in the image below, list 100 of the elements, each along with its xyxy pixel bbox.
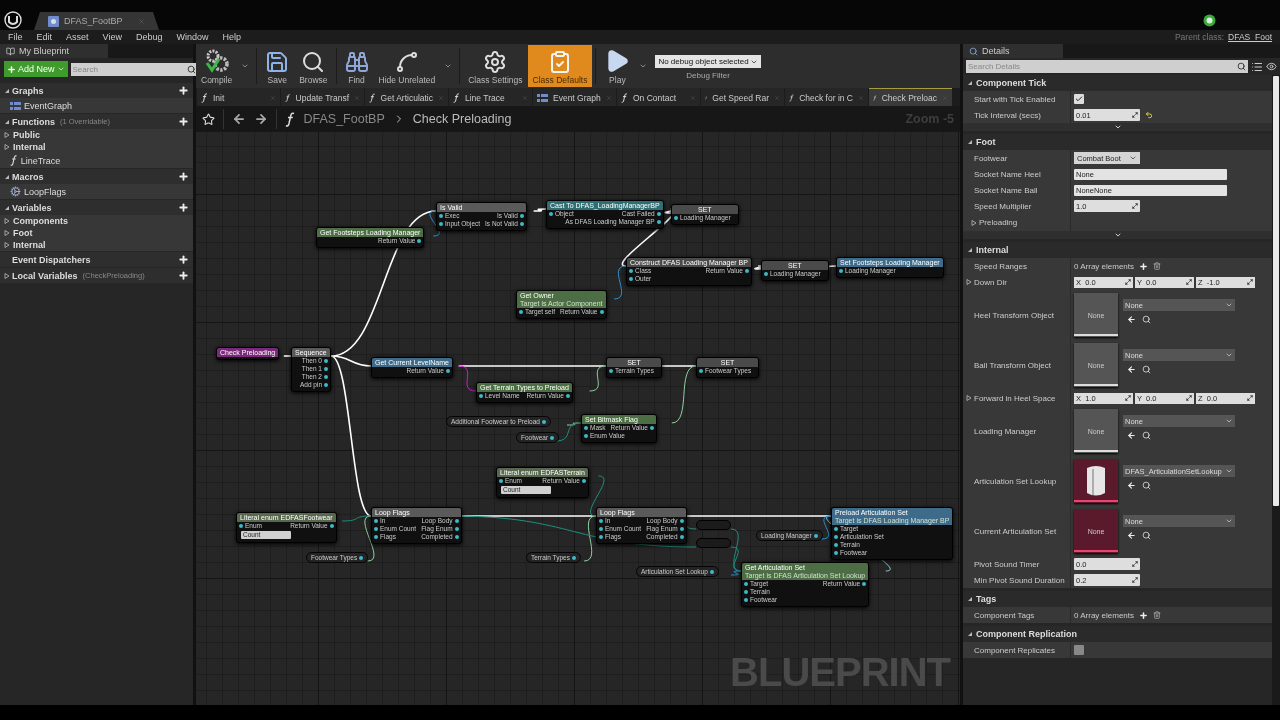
tree-item[interactable]: Internal <box>0 141 193 153</box>
use-selected-arrow-icon[interactable] <box>1127 531 1136 540</box>
parent-class-link[interactable]: DFAS_Foot <box>1228 32 1272 42</box>
menu-item[interactable]: Window <box>176 32 209 42</box>
category-header[interactable]: Component Tick <box>963 75 1272 91</box>
add-icon[interactable] <box>178 171 189 182</box>
category-header[interactable]: Component Replication <box>963 626 1272 642</box>
window-tab[interactable]: DFAS_FootBP <box>34 12 159 30</box>
operator-node[interactable] <box>696 538 731 548</box>
menu-item[interactable]: Help <box>222 32 241 42</box>
collapsed-triangle-icon[interactable] <box>971 219 977 226</box>
menu-item[interactable]: Asset <box>66 32 89 42</box>
expanded-triangle-icon[interactable] <box>967 80 973 86</box>
menu-item[interactable]: Edit <box>36 32 53 42</box>
browse-icon[interactable] <box>1142 481 1151 490</box>
add-icon[interactable] <box>178 85 189 96</box>
checkbox[interactable] <box>1074 645 1084 655</box>
expanded-triangle-icon[interactable] <box>4 118 10 125</box>
use-selected-arrow-icon[interactable] <box>1127 315 1136 324</box>
browse-icon[interactable] <box>1142 365 1151 374</box>
status-indicator-icon[interactable] <box>1203 14 1216 27</box>
star-icon[interactable] <box>202 112 215 126</box>
panel-tab[interactable]: Details <box>963 44 1063 58</box>
graph-tab[interactable]: Get Articulatic <box>365 88 448 106</box>
tree-item[interactable]: Components <box>0 215 193 227</box>
graph-tab[interactable]: Init <box>197 88 280 106</box>
expanded-triangle-icon[interactable] <box>4 204 10 211</box>
graph-tab[interactable]: Update Transf <box>281 88 364 106</box>
use-selected-arrow-icon[interactable] <box>1127 365 1136 374</box>
toolbar-button[interactable]: Play <box>599 45 636 87</box>
browse-icon[interactable] <box>1142 531 1151 540</box>
checkbox[interactable] <box>1074 94 1084 104</box>
caret-icon[interactable] <box>241 62 250 70</box>
expanded-triangle-icon[interactable] <box>967 596 973 602</box>
toolbar-button[interactable]: Hide Unrelated <box>373 45 441 87</box>
tree-item[interactable]: Foot <box>0 227 193 239</box>
operator-node[interactable] <box>696 520 731 530</box>
add-new-button[interactable]: Add New <box>4 61 68 77</box>
graph-tab[interactable]: Get Speed Rar <box>701 88 784 106</box>
section-header[interactable]: Macros <box>0 169 193 184</box>
tree-item[interactable]: LineTrace <box>0 153 193 168</box>
reset-icon[interactable] <box>1145 111 1153 119</box>
expanded-triangle-icon[interactable] <box>4 173 10 180</box>
add-icon[interactable] <box>178 116 189 127</box>
section-header[interactable]: Variables <box>0 200 193 215</box>
search-button[interactable] <box>1235 60 1248 73</box>
add-icon[interactable] <box>1139 261 1149 271</box>
menu-item[interactable]: File <box>8 32 23 42</box>
asset-thumbnail[interactable] <box>1074 459 1118 503</box>
expanded-triangle-icon[interactable] <box>967 139 973 145</box>
view-options-icon[interactable] <box>1251 60 1263 73</box>
caret-icon[interactable] <box>639 62 648 70</box>
menu-item[interactable]: Debug <box>135 32 163 42</box>
toolbar-button[interactable]: Browse <box>294 45 333 87</box>
tree-item[interactable]: LoopFlags <box>0 184 193 199</box>
expanded-triangle-icon[interactable] <box>4 87 10 94</box>
browse-icon[interactable] <box>1142 315 1151 324</box>
category-header[interactable]: Internal <box>963 242 1272 258</box>
toolbar-button[interactable]: Find <box>339 45 374 87</box>
graph-tab[interactable]: Check Preloac <box>869 88 952 106</box>
collapsed-triangle-icon[interactable] <box>966 279 972 285</box>
subcategory-label[interactable]: Preloading <box>979 218 1018 227</box>
toolbar-button[interactable]: Class Settings <box>463 45 528 87</box>
graph-tab[interactable]: Event Graph <box>533 88 616 106</box>
eye-icon[interactable] <box>1266 61 1277 72</box>
collapsed-triangle-icon[interactable] <box>966 395 972 401</box>
advanced-toggle[interactable] <box>963 231 1272 239</box>
trash-icon[interactable] <box>1153 262 1162 270</box>
category-header[interactable]: Foot <box>963 134 1272 150</box>
toolbar-button[interactable]: Compile <box>196 45 238 87</box>
scrollbar-thumb[interactable] <box>1273 76 1279 506</box>
menu-item[interactable]: View <box>102 32 122 42</box>
graph-tab[interactable]: On Contact <box>617 88 700 106</box>
add-icon[interactable] <box>178 202 189 213</box>
expanded-triangle-icon[interactable] <box>967 247 973 253</box>
back-arrow-icon[interactable] <box>232 112 246 126</box>
caret-icon[interactable] <box>444 62 453 70</box>
graph-canvas[interactable] <box>196 132 960 705</box>
browse-icon[interactable] <box>1142 431 1151 440</box>
expanded-triangle-icon[interactable] <box>967 631 973 637</box>
section-header[interactable]: Graphs <box>0 83 193 98</box>
section-header[interactable]: Event Dispatchers <box>0 252 193 267</box>
add-icon[interactable] <box>1139 610 1149 620</box>
tree-item[interactable]: Public <box>0 129 193 141</box>
use-selected-arrow-icon[interactable] <box>1127 481 1136 490</box>
toolbar-button[interactable]: Save <box>260 45 295 87</box>
tree-item[interactable]: EventGraph <box>0 98 193 113</box>
advanced-toggle[interactable] <box>963 123 1272 131</box>
breadcrumb-link[interactable]: DFAS_FootBP <box>303 112 385 126</box>
panel-tab[interactable]: My Blueprint <box>0 44 108 58</box>
add-icon[interactable] <box>178 270 189 281</box>
scrollbar[interactable] <box>1272 75 1280 705</box>
use-selected-arrow-icon[interactable] <box>1127 431 1136 440</box>
debug-object-dropdown[interactable]: No debug object selected <box>655 55 761 68</box>
collapsed-triangle-icon[interactable] <box>4 272 10 279</box>
add-icon[interactable] <box>178 254 189 265</box>
tree-item[interactable]: Internal <box>0 239 193 251</box>
category-header[interactable]: Tags <box>963 591 1272 607</box>
search-field[interactable]: Search <box>70 62 185 76</box>
toolbar-button[interactable]: Class Defaults <box>527 45 593 87</box>
